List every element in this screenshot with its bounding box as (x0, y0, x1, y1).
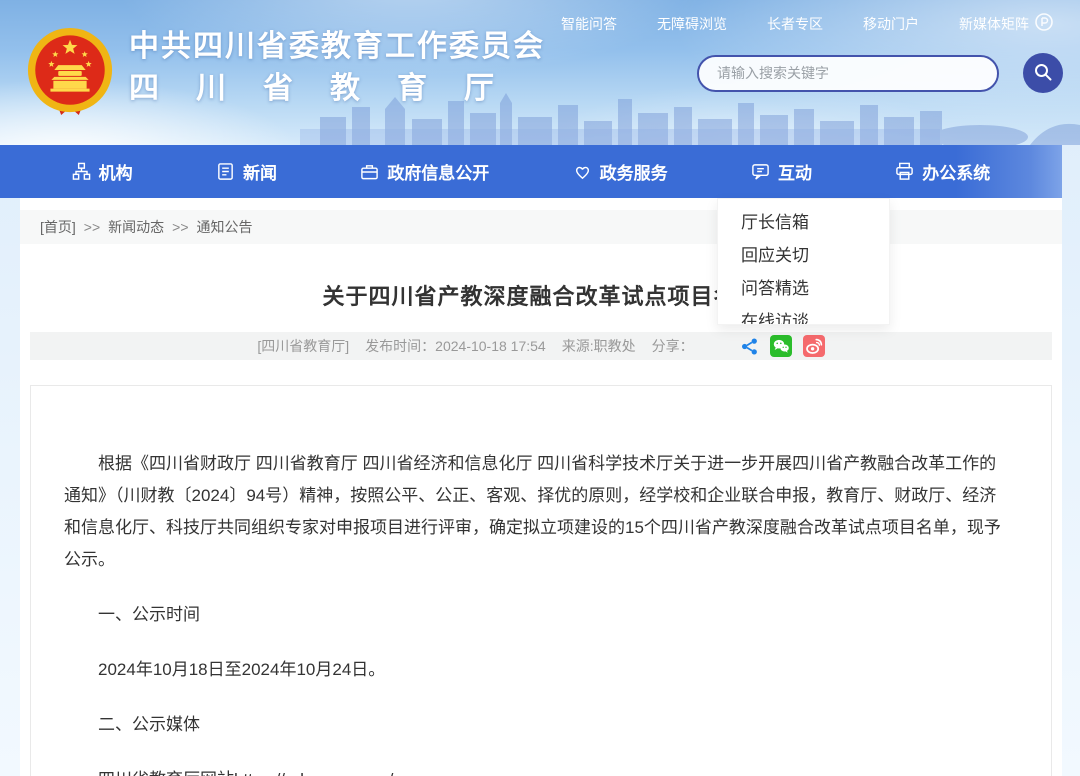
article-title: 关于四川省产教深度融合改革试点项目名单 (20, 279, 1062, 311)
interaction-dropdown-menu: 厅长信箱 回应关切 问答精选 在线访谈 (717, 198, 890, 325)
link-mobile-portal[interactable]: 移动门户 (863, 14, 919, 34)
paragraph-publicity-period: 2024年10月18日至2024年10月24日。 (64, 654, 1011, 686)
media-matrix-icon (1034, 12, 1054, 35)
nav-item-news[interactable]: 新闻 (216, 159, 277, 184)
org-title-line1: 中共四川省委教育工作委员会 (129, 27, 545, 67)
paragraph-publicity-media: 四川省教育厅网站https://edu.sc.gov.cn/。 (64, 764, 1011, 776)
link-senior-zone[interactable]: 长者专区 (767, 14, 823, 34)
meta-publish-label: 发布时间： (365, 338, 435, 354)
nav-label: 互动 (778, 159, 812, 184)
breadcrumb-notices[interactable]: 通知公告 (197, 217, 253, 237)
nav-label: 政府信息公开 (387, 159, 489, 184)
service-heart-icon (573, 162, 592, 181)
national-emblem (25, 27, 115, 122)
nav-item-office-system[interactable]: 办公系统 (895, 159, 990, 184)
meta-publish: 发布时间：2024-10-18 17:54 (365, 336, 546, 356)
search-icon (1033, 62, 1053, 85)
link-media-matrix[interactable]: 新媒体矩阵 (959, 12, 1054, 35)
breadcrumb: [首页] >> 新闻动态 >> 通知公告 (20, 210, 1062, 244)
meta-origin: 来源:职教处 (562, 336, 636, 356)
paragraph-section1-heading: 一、公示时间 (64, 599, 1011, 631)
dropdown-item-online-interview[interactable]: 在线访谈 (718, 305, 889, 325)
breadcrumb-separator: >> (172, 219, 188, 235)
breadcrumb-home[interactable]: [首页] (40, 217, 76, 237)
breadcrumb-news[interactable]: 新闻动态 (108, 217, 164, 237)
media-matrix-label: 新媒体矩阵 (959, 14, 1029, 34)
dropdown-item-director-mailbox[interactable]: 厅长信箱 (718, 206, 889, 239)
meta-source: [四川省教育厅] (257, 336, 349, 356)
nav-label: 机构 (99, 159, 133, 184)
dropdown-item-qa-selection[interactable]: 问答精选 (718, 272, 889, 305)
sitemap-icon (72, 162, 91, 181)
nav-label: 办公系统 (922, 159, 990, 184)
main-nav: 机构 新闻 政府信息公开 政务服务 互动 (0, 145, 1062, 198)
page-content: [首页] >> 新闻动态 >> 通知公告 关于四川省产教深度融合改革试点项目名单… (20, 198, 1062, 776)
nav-item-interaction[interactable]: 互动 (751, 159, 812, 184)
dropdown-item-respond-concerns[interactable]: 回应关切 (718, 239, 889, 272)
share-nodes-icon[interactable] (740, 337, 759, 356)
share-icons (740, 335, 825, 357)
utility-link-bar: 智能问答 无障碍浏览 长者专区 移动门户 新媒体矩阵 (561, 12, 1054, 35)
news-icon (216, 162, 235, 181)
weibo-icon[interactable] (803, 335, 825, 357)
nav-label: 政务服务 (600, 159, 668, 184)
search-area (697, 53, 1063, 93)
site-brand: 中共四川省委教育工作委员会 四川省教育厅 (25, 27, 545, 122)
nav-item-organization[interactable]: 机构 (72, 159, 133, 184)
meta-share-label: 分享： (652, 336, 694, 356)
site-header: 智能问答 无障碍浏览 长者专区 移动门户 新媒体矩阵 (0, 0, 1080, 145)
search-input[interactable] (697, 55, 999, 92)
org-title-line2: 四川省教育厅 (129, 67, 545, 111)
nav-item-gov-services[interactable]: 政务服务 (573, 159, 668, 184)
link-accessibility[interactable]: 无障碍浏览 (657, 14, 727, 34)
paragraph-section2-heading: 二、公示媒体 (64, 709, 1011, 741)
meta-publish-time: 2024-10-18 17:54 (435, 338, 546, 354)
search-button[interactable] (1023, 53, 1063, 93)
info-disclosure-icon (360, 162, 379, 181)
article-meta-bar: [四川省教育厅] 发布时间：2024-10-18 17:54 来源:职教处 分享… (30, 332, 1052, 360)
wechat-icon[interactable] (770, 335, 792, 357)
link-smart-qa[interactable]: 智能问答 (561, 14, 617, 34)
nav-label: 新闻 (243, 159, 277, 184)
chat-icon (751, 162, 770, 181)
article-body: 根据《四川省财政厅 四川省教育厅 四川省经济和信息化厅 四川省科学技术厅关于进一… (30, 385, 1052, 776)
printer-icon (895, 162, 914, 181)
breadcrumb-separator: >> (84, 219, 100, 235)
paragraph-intro: 根据《四川省财政厅 四川省教育厅 四川省经济和信息化厅 四川省科学技术厅关于进一… (64, 448, 1011, 576)
nav-item-gov-info[interactable]: 政府信息公开 (360, 159, 489, 184)
